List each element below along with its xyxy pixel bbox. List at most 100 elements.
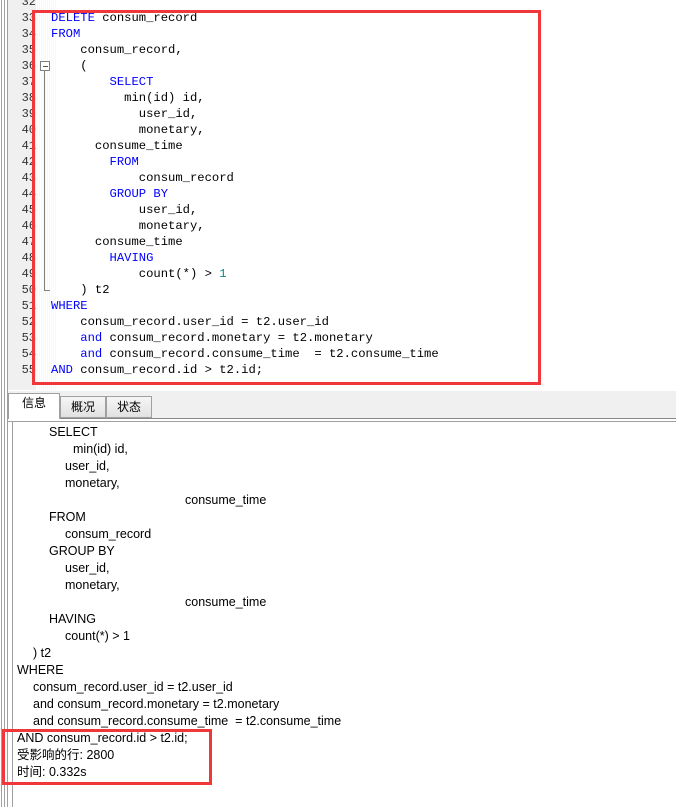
code-line: AND consum_record.id > t2.id; — [51, 362, 263, 378]
message-line: ) t2 — [33, 646, 52, 660]
code-line: monetary, — [51, 218, 205, 234]
code-line: consum_record — [51, 170, 234, 186]
line-number: 36 — [21, 59, 36, 73]
line-number: 47 — [21, 235, 36, 249]
code-line: SELECT — [51, 74, 154, 90]
code-line: and consum_record.monetary = t2.monetary — [51, 330, 373, 346]
window-frame — [0, 0, 8, 807]
code-token: user_id, — [138, 203, 198, 217]
line-number: 52 — [21, 315, 36, 329]
message-line: FROM — [49, 510, 86, 524]
message-line: monetary, — [65, 578, 120, 592]
message-line: GROUP BY — [49, 544, 115, 558]
code-line: and consum_record.consume_time = t2.cons… — [51, 346, 439, 362]
message-line: AND consum_record.id > t2.id; — [17, 731, 188, 745]
sql-editor[interactable]: 32 33 DELETE consum_record 34 FROM 35 consum_… — [8, 0, 676, 390]
code-line: user_id, — [51, 202, 198, 218]
code-token: min(id) id, — [124, 91, 205, 105]
sql-keyword: FROM — [109, 155, 139, 169]
code-token: consum_record.monetary = t2.monetary — [102, 331, 373, 345]
message-line: SELECT — [49, 425, 98, 439]
code-token: consume_time — [94, 139, 183, 153]
code-token: count(*) > — [138, 267, 220, 281]
code-token: ( — [80, 59, 88, 73]
line-number: 53 — [21, 331, 36, 345]
result-tab-bar: 信息 概况 状态 — [8, 391, 676, 419]
code-token: consum_record.id > t2.id; — [72, 363, 264, 377]
message-line: min(id) id, — [73, 442, 128, 456]
sql-keyword: HAVING — [109, 251, 154, 265]
tab-status[interactable]: 状态 — [106, 396, 152, 418]
line-number: 49 — [21, 267, 36, 281]
line-number: 35 — [21, 43, 36, 57]
line-number: 38 — [21, 91, 36, 105]
sql-keyword: and — [80, 331, 103, 345]
line-number: 46 — [21, 219, 36, 233]
sql-keyword: SELECT — [109, 75, 154, 89]
line-number: 50 — [21, 283, 36, 297]
sql-keyword: FROM — [51, 27, 81, 41]
execution-time-text: 时间: 0.332s — [17, 765, 87, 779]
line-number: 41 — [21, 139, 36, 153]
message-line: WHERE — [17, 663, 64, 677]
code-line: GROUP BY — [51, 186, 169, 202]
line-number: 33 — [21, 11, 36, 25]
tab-info[interactable]: 信息 — [8, 393, 60, 419]
code-line: ( — [51, 58, 88, 74]
code-line: WHERE — [51, 298, 88, 314]
message-line: consume_time — [185, 493, 267, 507]
line-number: 40 — [21, 123, 36, 137]
message-line: user_id, — [65, 561, 110, 575]
fold-guide-end — [44, 290, 50, 291]
code-line: count(*) > 1 — [51, 266, 227, 282]
tab-overview[interactable]: 概况 — [60, 396, 106, 418]
code-line: HAVING — [51, 250, 154, 266]
message-line: monetary, — [65, 476, 120, 490]
line-number: 39 — [21, 107, 36, 121]
message-line: consum_record — [65, 527, 152, 541]
sql-keyword: DELETE — [51, 11, 95, 25]
sql-keyword: WHERE — [51, 299, 88, 313]
line-number: 48 — [21, 251, 36, 265]
code-line: monetary, — [51, 122, 205, 138]
fold-collapse-icon[interactable] — [40, 61, 50, 71]
code-line: DELETE consum_record — [51, 10, 197, 26]
code-token: monetary, — [138, 219, 205, 233]
code-line: consume_time — [51, 138, 183, 154]
message-line: count(*) > 1 — [65, 629, 130, 643]
message-line: and consum_record.monetary = t2.monetary — [33, 697, 280, 711]
line-number: 51 — [21, 299, 36, 313]
code-token: consum_record — [138, 171, 234, 185]
line-number: 54 — [21, 347, 36, 361]
code-token: 1 — [219, 267, 227, 281]
line-number: 32 — [21, 0, 36, 9]
code-token: consume_time — [94, 235, 183, 249]
line-number: 42 — [21, 155, 36, 169]
sql-keyword: and — [80, 347, 103, 361]
line-number: 34 — [21, 27, 36, 41]
code-token: consum_record, — [80, 43, 183, 57]
code-line: min(id) id, — [51, 90, 205, 106]
affected-rows-text: 受影响的行: 2800 — [17, 748, 115, 762]
code-token: consum_record.user_id = t2.user_id — [80, 315, 329, 329]
message-line: and consum_record.consume_time = t2.cons… — [33, 714, 342, 728]
message-line: HAVING — [49, 612, 96, 626]
code-token: user_id, — [138, 107, 198, 121]
code-line: user_id, — [51, 106, 198, 122]
code-line: FROM — [51, 26, 80, 42]
code-line: FROM — [51, 154, 139, 170]
sql-keyword: AND — [51, 363, 73, 377]
line-number: 43 — [21, 171, 36, 185]
message-line: consume_time — [185, 595, 267, 609]
message-line: consum_record.user_id = t2.user_id — [33, 680, 233, 694]
code-line: consum_record, — [51, 42, 183, 58]
code-line: consume_time — [51, 234, 183, 250]
fold-guide-line — [44, 71, 45, 290]
code-token: consum_record.consume_time = t2.consume_… — [102, 347, 439, 361]
line-number: 37 — [21, 75, 36, 89]
line-number: 55 — [21, 363, 36, 377]
code-line: consum_record.user_id = t2.user_id — [51, 314, 329, 330]
code-token: ) t2 — [80, 283, 110, 297]
messages-panel[interactable]: SELECT min(id) id, user_id, monetary, consum… — [12, 422, 676, 807]
code-token: monetary, — [138, 123, 205, 137]
